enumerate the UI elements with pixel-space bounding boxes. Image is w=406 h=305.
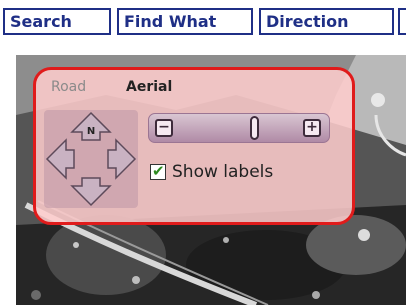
tab-bar: Search Find What Direction [ (0, 0, 406, 46)
zoom-handle[interactable] (250, 116, 259, 140)
pan-east-icon[interactable] (107, 138, 137, 180)
view-aerial-link[interactable]: Aerial (126, 79, 172, 95)
pan-south-icon[interactable] (70, 177, 112, 207)
pan-west-icon[interactable] (45, 138, 75, 180)
map-control-panel: Road Aerial N − + ✔ Show labels (33, 67, 355, 225)
zoom-slider[interactable]: − + (148, 113, 330, 143)
tab-search[interactable]: Search (3, 8, 111, 35)
zoom-out-button[interactable]: − (155, 119, 173, 137)
show-labels-checkbox[interactable]: ✔ (150, 162, 166, 180)
show-labels-label[interactable]: Show labels (172, 162, 273, 182)
zoom-in-button[interactable]: + (303, 119, 321, 137)
view-road-link[interactable]: Road (51, 79, 86, 95)
checkmark-icon: ✔ (152, 162, 165, 180)
tab-partial[interactable]: [ (398, 8, 406, 35)
pan-north-label: N (87, 126, 95, 137)
tab-direction[interactable]: Direction (259, 8, 394, 35)
tab-find-what[interactable]: Find What (117, 8, 253, 35)
pan-control: N (44, 110, 138, 208)
